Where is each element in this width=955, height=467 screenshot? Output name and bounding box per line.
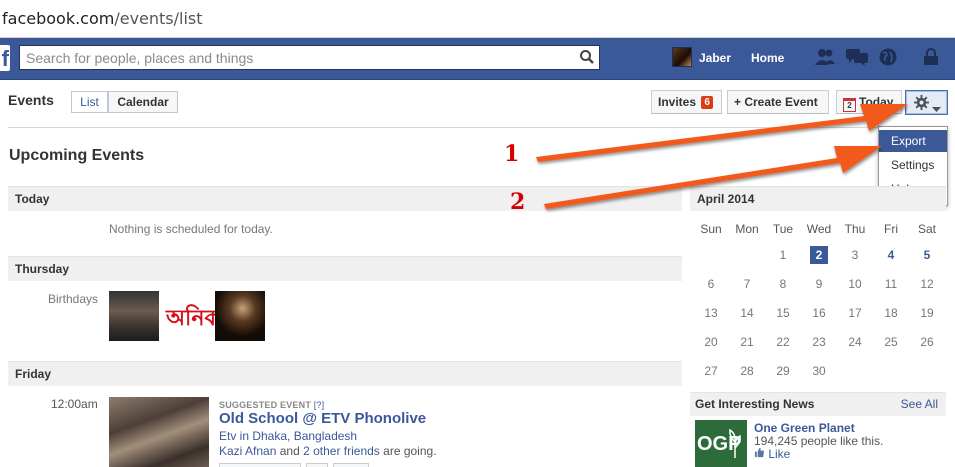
annotation-number-2: 2 [510, 189, 526, 215]
annotation-arrows [536, 104, 908, 209]
annotation-arrow-2 [544, 146, 882, 209]
annotation-number-1: 1 [504, 141, 520, 167]
